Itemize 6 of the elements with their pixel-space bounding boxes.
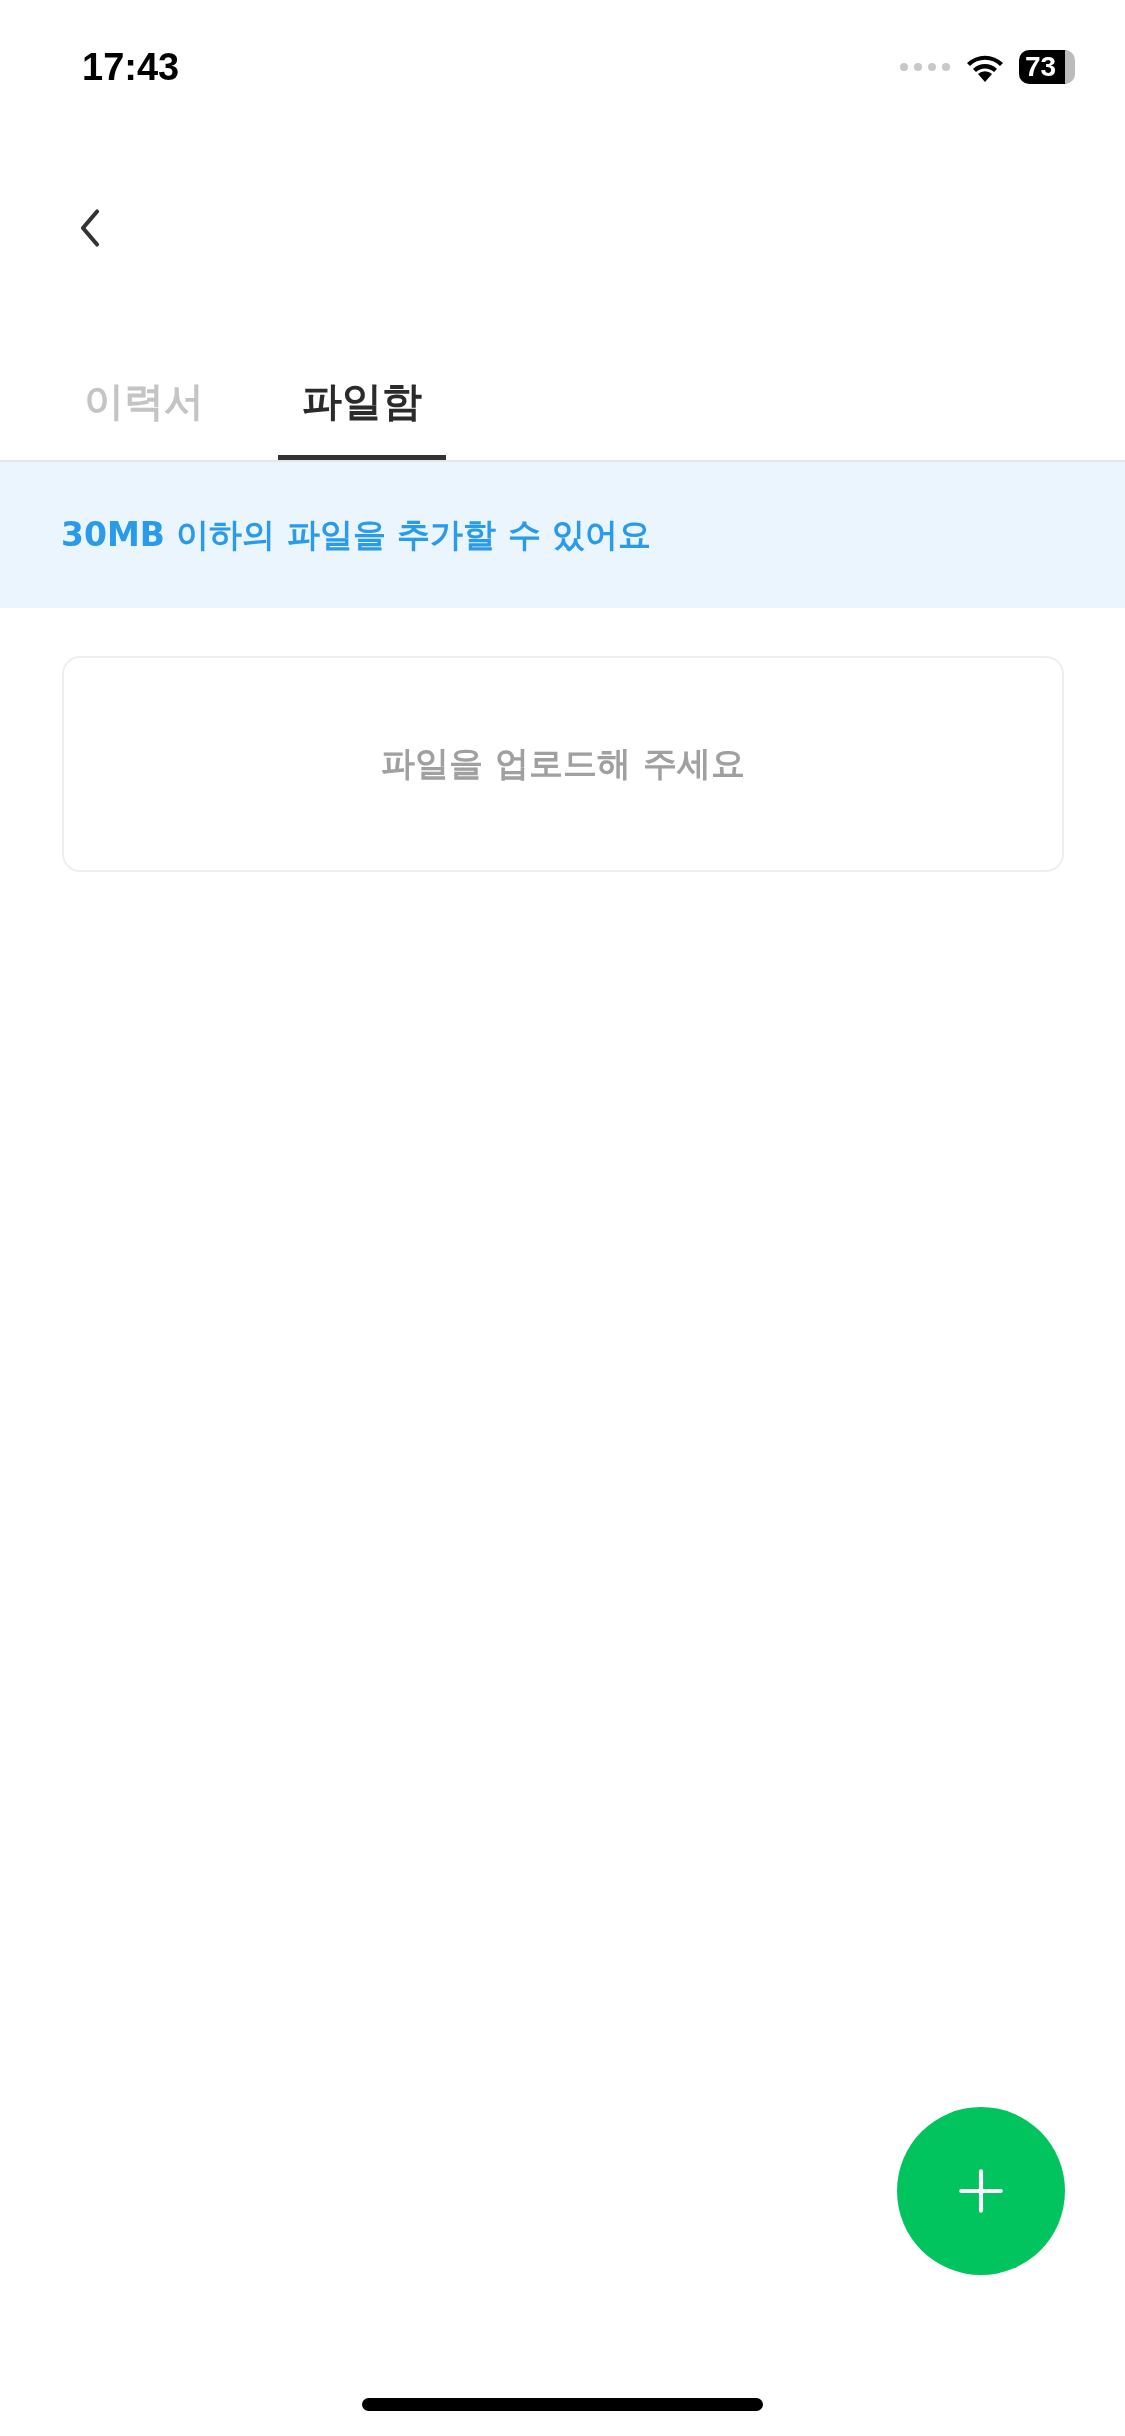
- battery-icon: 73: [1019, 50, 1075, 84]
- chevron-left-icon: [78, 208, 102, 248]
- notice-text: 30MB 이하의 파일을 추가할 수 있어요: [61, 513, 652, 556]
- signal-icon: [899, 62, 951, 72]
- status-time: 17:43: [82, 45, 180, 89]
- empty-message: 파일을 업로드해 주세요: [381, 742, 745, 785]
